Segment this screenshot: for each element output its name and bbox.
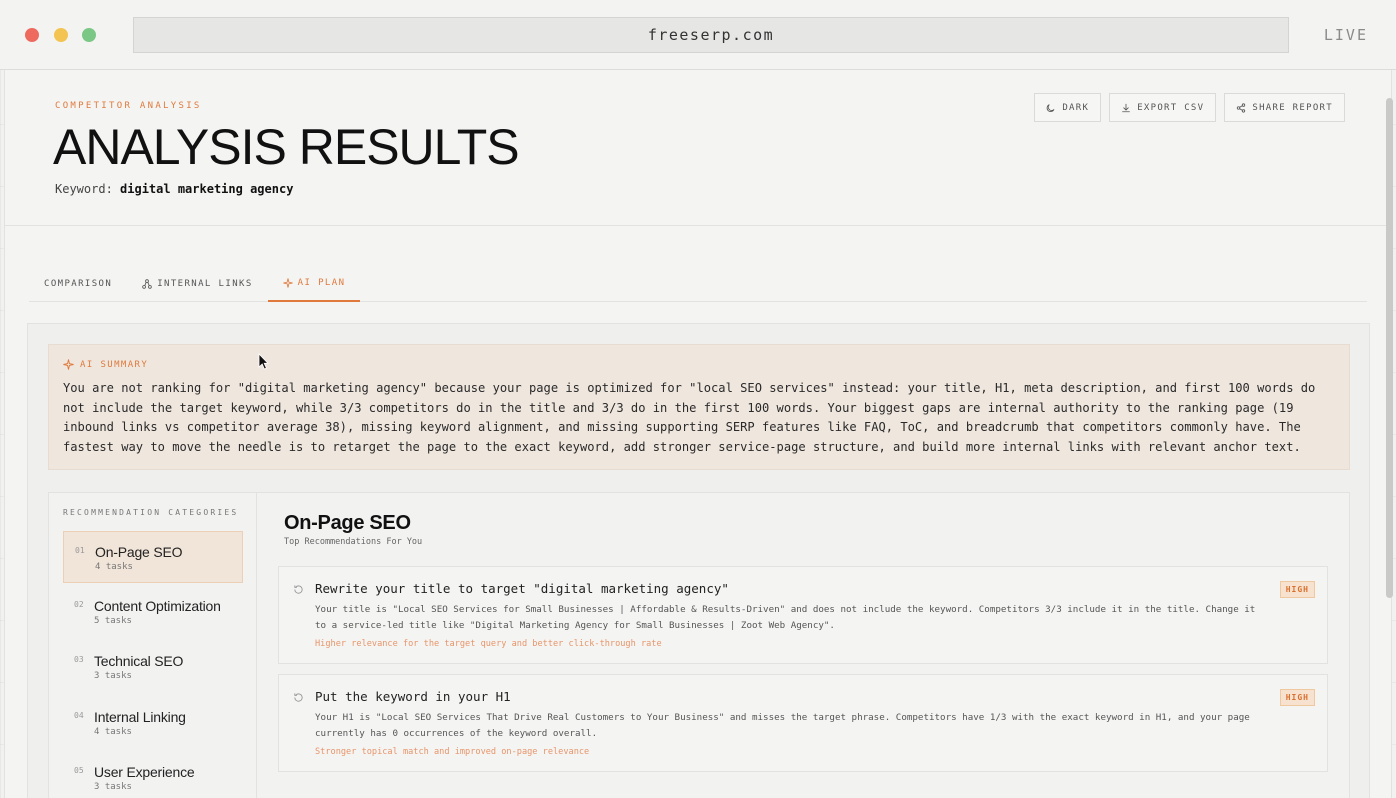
category-name: Internal Linking xyxy=(94,709,186,725)
category-count: 3 tasks xyxy=(94,782,132,792)
recommendation-card[interactable]: Rewrite your title to target "digital ma… xyxy=(278,566,1328,664)
category-subtitle: Top Recommendations For You xyxy=(284,537,423,547)
tab-ai-plan-label: AI PLAN xyxy=(297,278,346,288)
tab-bar: COMPARISON INTERNAL LINKS AI PLAN xyxy=(29,266,1367,302)
tab-ai-plan[interactable]: AI PLAN xyxy=(267,266,361,302)
tab-comparison-label: COMPARISON xyxy=(44,279,113,289)
page-scrollbar[interactable] xyxy=(1386,98,1393,598)
recommendation-description: Your title is "Local SEO Services for Sm… xyxy=(315,604,1256,631)
header-actions: DARK EXPORT CSV SHARE REPORT xyxy=(1034,93,1345,122)
category-name: Content Optimization xyxy=(94,598,221,614)
category-count: 5 tasks xyxy=(94,616,132,626)
category-internal-linking[interactable]: 04 Internal Linking 4 tasks xyxy=(63,697,243,749)
dark-mode-button[interactable]: DARK xyxy=(1034,93,1102,122)
keyword-value: digital marketing agency xyxy=(120,182,294,196)
recommendation-impact: Stronger topical match and improved on-p… xyxy=(315,747,590,757)
tab-internal-links-label: INTERNAL LINKS xyxy=(157,279,253,289)
category-on-page-seo[interactable]: 01 On-Page SEO 4 tasks xyxy=(63,531,243,583)
recommendation-card[interactable]: Put the keyword in your H1 Your H1 is "L… xyxy=(278,674,1328,772)
keyword-line: Keyword: digital marketing agency xyxy=(55,182,293,196)
recommendation-impact: Higher relevance for the target query an… xyxy=(315,639,662,649)
header-divider xyxy=(5,225,1391,226)
address-bar[interactable]: freeserp.com xyxy=(133,17,1289,53)
close-window-button[interactable] xyxy=(25,28,39,42)
ai-summary-text: You are not ranking for "digital marketi… xyxy=(63,381,1316,454)
mouse-cursor-icon xyxy=(258,353,269,370)
categories-heading: RECOMMENDATION CATEGORIES xyxy=(63,508,239,517)
recommendation-title: Put the keyword in your H1 xyxy=(315,689,511,704)
share-report-button[interactable]: SHARE REPORT xyxy=(1224,93,1345,122)
minimize-window-button[interactable] xyxy=(54,28,68,42)
category-number: 04 xyxy=(74,711,84,720)
priority-badge: HIGH xyxy=(1279,689,1315,706)
browser-chrome: freeserp.com LIVE xyxy=(0,0,1396,70)
ai-summary-label: AI SUMMARY xyxy=(80,359,149,370)
category-count: 3 tasks xyxy=(94,671,132,681)
category-count: 4 tasks xyxy=(95,562,133,572)
tab-comparison[interactable]: COMPARISON xyxy=(29,266,127,302)
category-technical-seo[interactable]: 03 Technical SEO 3 tasks xyxy=(63,641,243,693)
category-user-experience[interactable]: 05 User Experience 3 tasks xyxy=(63,752,243,798)
refresh-icon[interactable] xyxy=(293,584,304,595)
category-count: 4 tasks xyxy=(94,727,132,737)
category-name: Technical SEO xyxy=(94,653,184,669)
export-csv-button[interactable]: EXPORT CSV xyxy=(1109,93,1217,122)
page-title: ANALYSIS RESULTS xyxy=(53,119,520,175)
keyword-label: Keyword: xyxy=(55,182,113,196)
live-status: LIVE xyxy=(1323,26,1368,44)
ai-plan-panel: AI SUMMARY You are not ranking for "digi… xyxy=(27,323,1370,798)
maximize-window-button[interactable] xyxy=(82,28,96,42)
recommendation-title: Rewrite your title to target "digital ma… xyxy=(315,581,729,596)
refresh-icon[interactable] xyxy=(293,692,304,703)
ai-summary-card: AI SUMMARY You are not ranking for "digi… xyxy=(48,344,1350,470)
category-number: 03 xyxy=(74,655,84,664)
download-icon xyxy=(1122,103,1130,112)
share-report-label: SHARE REPORT xyxy=(1252,102,1333,113)
category-number: 01 xyxy=(75,546,85,555)
recommendation-categories: RECOMMENDATION CATEGORIES 01 On-Page SEO… xyxy=(48,492,257,798)
sparkle-icon xyxy=(282,278,293,288)
priority-badge: HIGH xyxy=(1279,581,1315,598)
tab-internal-links[interactable]: INTERNAL LINKS xyxy=(127,266,267,302)
page-eyebrow: COMPETITOR ANALYSIS xyxy=(55,101,202,111)
share-icon xyxy=(1237,102,1246,113)
page-content: COMPETITOR ANALYSIS ANALYSIS RESULTS Key… xyxy=(4,70,1392,798)
recommendations-area: On-Page SEO Top Recommendations For You … xyxy=(257,492,1350,798)
category-title: On-Page SEO xyxy=(284,512,411,534)
sparkle-icon xyxy=(63,359,74,370)
category-name: On-Page SEO xyxy=(95,544,183,560)
export-csv-label: EXPORT CSV xyxy=(1137,102,1205,113)
network-icon xyxy=(142,279,152,289)
ai-summary-heading: AI SUMMARY xyxy=(63,359,148,370)
category-name: User Experience xyxy=(94,764,195,780)
moon-icon xyxy=(1047,103,1055,112)
category-number: 02 xyxy=(74,600,84,609)
category-content-optimization[interactable]: 02 Content Optimization 5 tasks xyxy=(63,586,243,638)
category-number: 05 xyxy=(74,766,84,775)
dark-mode-label: DARK xyxy=(1062,102,1090,113)
recommendation-description: Your H1 is "Local SEO Services That Driv… xyxy=(315,712,1250,739)
